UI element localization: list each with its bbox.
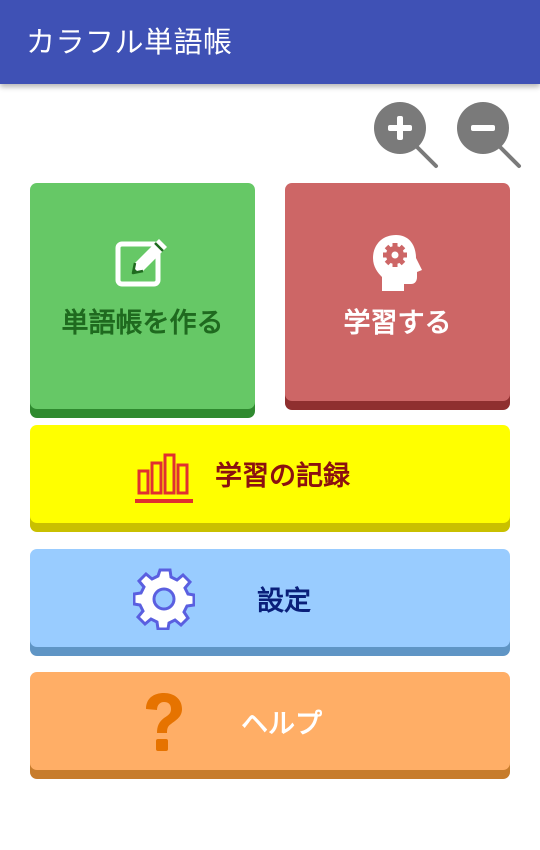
question-icon: [140, 691, 188, 759]
study-record-button[interactable]: 学習の記録: [30, 425, 510, 523]
app-title: カラフル単語帳: [26, 25, 233, 59]
help-button[interactable]: ヘルプ: [30, 672, 510, 770]
zoom-in-icon: [374, 102, 438, 168]
edit-icon: [113, 235, 173, 295]
bar-chart-icon: [135, 449, 195, 509]
create-wordbook-button[interactable]: 単語帳を作る: [30, 183, 255, 409]
study-button[interactable]: 学習する: [285, 183, 510, 401]
gear-icon: [132, 568, 196, 634]
zoom-out-button[interactable]: [455, 102, 525, 172]
app-bar: カラフル単語帳: [0, 0, 540, 84]
zoom-in-button[interactable]: [372, 102, 442, 172]
study-record-label: 学習の記録: [215, 461, 350, 492]
zoom-out-icon: [457, 102, 521, 168]
help-label: ヘルプ: [241, 709, 322, 740]
study-label: 学習する: [343, 308, 452, 339]
create-wordbook-label: 単語帳を作る: [61, 308, 224, 339]
settings-button[interactable]: 設定: [30, 549, 510, 647]
head-gear-icon: [369, 233, 425, 297]
settings-label: 設定: [257, 586, 311, 617]
